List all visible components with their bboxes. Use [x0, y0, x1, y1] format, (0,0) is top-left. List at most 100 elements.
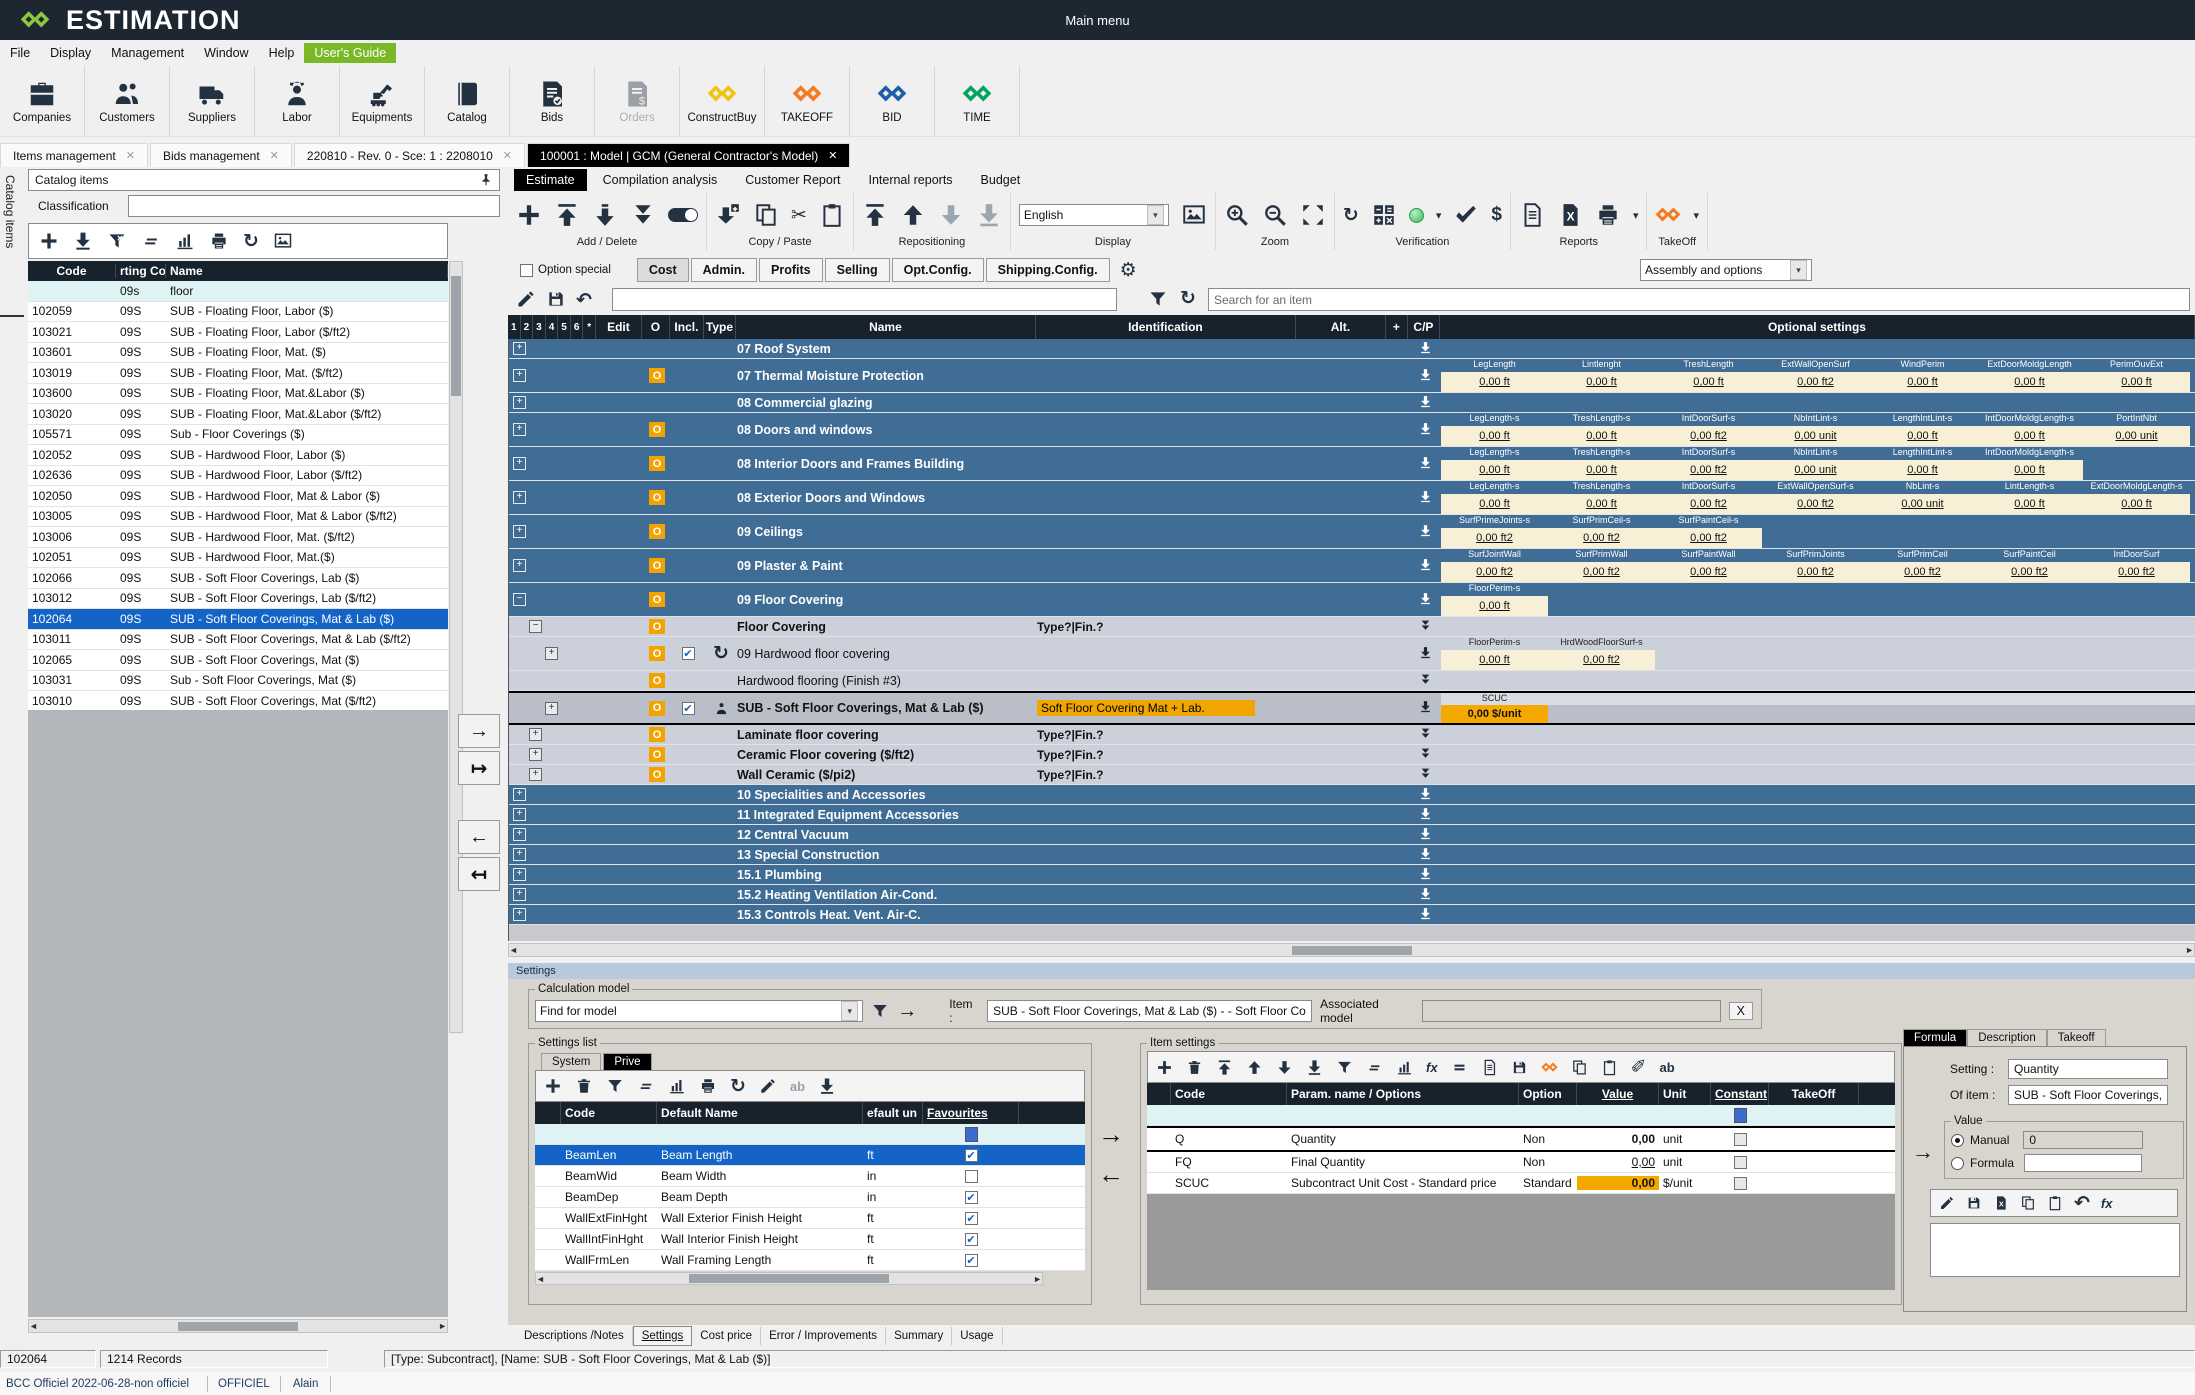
expander-icon[interactable]: +	[545, 647, 558, 660]
cp-cell[interactable]	[1409, 447, 1441, 480]
expander-icon[interactable]: +	[513, 908, 526, 921]
close-icon[interactable]: ✕	[270, 149, 279, 162]
edit-cell[interactable]	[597, 583, 643, 616]
bottom-tab-summary[interactable]: Summary	[886, 1327, 952, 1345]
optional-setting-value[interactable]: 0,00 ft2	[2083, 562, 2190, 582]
undo-icon[interactable]: ↶	[576, 289, 592, 312]
tab-internal-reports[interactable]: Internal reports	[856, 169, 964, 191]
send-down-icon[interactable]	[1419, 619, 1432, 635]
catalog-horizontal-scrollbar[interactable]: ◄►	[28, 1319, 448, 1333]
edit-cell[interactable]	[597, 905, 643, 924]
formula-radio[interactable]	[1951, 1157, 1964, 1170]
estimate-horizontal-scrollbar[interactable]: ◄►	[508, 943, 2195, 957]
cp-cell[interactable]	[1409, 549, 1441, 582]
menu-item-management[interactable]: Management	[101, 43, 194, 63]
menu-item-window[interactable]: Window	[194, 43, 258, 63]
app-button-catalog[interactable]: Catalog	[425, 66, 510, 136]
clear-model-button[interactable]: X	[1729, 1002, 1753, 1020]
send-down-icon[interactable]	[1419, 807, 1432, 823]
constant-checkbox[interactable]	[1734, 1133, 1747, 1146]
trash-icon[interactable]	[575, 1077, 593, 1095]
fx-icon[interactable]: fx	[2101, 1196, 2113, 1211]
clipboard-icon[interactable]	[2047, 1195, 2063, 1211]
send-down-icon[interactable]	[1419, 787, 1432, 803]
pin-icon[interactable]	[479, 173, 493, 187]
grid-row[interactable]: +13 Special Construction	[509, 845, 2195, 865]
grid-header-optional-settings[interactable]: Optional settings	[1440, 315, 2195, 339]
edit-cell[interactable]	[597, 885, 643, 904]
arrow-down-plus-icon[interactable]	[715, 202, 741, 228]
optional-setting-value[interactable]	[1762, 528, 1869, 548]
optional-setting-value[interactable]	[1655, 650, 1762, 670]
edit-cell[interactable]	[597, 693, 643, 723]
arrow-up-bar-icon[interactable]	[1216, 1059, 1233, 1076]
catalog-vertical-scrollbar[interactable]	[449, 261, 463, 1033]
grid-row[interactable]: +O✔↻09 Hardwood floor coveringFloorPerim…	[509, 637, 2195, 671]
send-down-icon[interactable]	[1419, 827, 1432, 843]
send-down-icon[interactable]	[1419, 700, 1432, 716]
item-settings-col-3[interactable]: Value	[1577, 1083, 1659, 1105]
grid-row[interactable]: −OFloor CoveringType?|Fin.?	[509, 617, 2195, 637]
toggle-icon[interactable]	[668, 208, 698, 222]
menu-item-display[interactable]: Display	[40, 43, 101, 63]
clipboard-icon[interactable]	[819, 202, 845, 228]
favourite-checkbox[interactable]: ✔	[965, 1212, 978, 1225]
grid-header-o[interactable]: O	[642, 315, 670, 339]
item-settings-col-6[interactable]: TakeOff	[1769, 1083, 1859, 1105]
f6[interactable]	[1711, 1108, 1769, 1123]
expander-icon[interactable]: +	[545, 702, 558, 715]
cell-fav[interactable]: ✔	[923, 1191, 1019, 1204]
optional-setting-value[interactable]: 0,00 ft	[1655, 372, 1762, 392]
optional-setting-value[interactable]	[1869, 596, 1976, 616]
optional-setting-value[interactable]	[1976, 528, 2083, 548]
send-down-icon[interactable]	[1419, 456, 1432, 472]
optional-setting-value[interactable]	[2083, 650, 2190, 670]
funnel-icon[interactable]	[1148, 289, 1168, 309]
cell-fav[interactable]: ✔	[923, 1254, 1019, 1267]
catalog-column-header[interactable]: Code	[28, 264, 116, 278]
formula-textarea[interactable]	[1930, 1223, 2180, 1277]
cp-cell[interactable]	[1409, 583, 1441, 616]
expander-icon[interactable]: +	[513, 828, 526, 841]
arrow-up-icon[interactable]	[1246, 1059, 1263, 1076]
arrow-up-icon[interactable]	[900, 202, 926, 228]
catalog-row[interactable]: 10206509SSUB - Soft Floor Coverings, Mat…	[28, 650, 448, 671]
formula-tab-description[interactable]: Description	[1967, 1029, 2047, 1046]
tab-estimate[interactable]: Estimate	[514, 169, 587, 191]
formula-edit-input[interactable]	[612, 288, 1117, 311]
optional-setting-value[interactable]	[2083, 596, 2190, 616]
move-item-left-button[interactable]: ←	[458, 820, 500, 854]
printer-icon[interactable]	[699, 1077, 717, 1095]
cell-fav[interactable]: ✔	[923, 1212, 1019, 1225]
optional-setting-value[interactable]: 0,00 ft	[1441, 426, 1548, 446]
cp-cell[interactable]	[1409, 785, 1441, 804]
settings-list-filter-row[interactable]	[535, 1124, 1085, 1145]
grid-row[interactable]: +O08 Interior Doors and Frames BuildingL…	[509, 447, 2195, 481]
grid-header-tree[interactable]: 3	[533, 315, 546, 339]
close-icon[interactable]: ✕	[828, 149, 837, 162]
edit-cell[interactable]	[597, 865, 643, 884]
settings-list-tab-prive[interactable]: Prive	[603, 1053, 651, 1070]
refresh-icon[interactable]: ↻	[730, 1075, 746, 1098]
image-icon[interactable]	[273, 231, 293, 251]
view-button-cost[interactable]: Cost	[637, 258, 689, 282]
optional-setting-value[interactable]	[1976, 596, 2083, 616]
move-item-left-end-button[interactable]: ↤	[458, 857, 500, 891]
catalog-row[interactable]: 10205109SSUB - Hardwood Floor, Mat.($)	[28, 548, 448, 569]
grid-row[interactable]: +15.2 Heating Ventilation Air-Cond.	[509, 885, 2195, 905]
optional-setting-value[interactable]: 0,00 $/unit	[1441, 705, 1548, 723]
edit-cell[interactable]	[597, 805, 643, 824]
scroll-right-icon[interactable]: ►	[2185, 945, 2194, 955]
scroll-left-icon[interactable]: ◄	[536, 1274, 545, 1284]
copy-icon[interactable]	[753, 202, 779, 228]
catalog-row[interactable]: 10301009SSUB - Soft Floor Coverings, Mat…	[28, 691, 448, 712]
formula-apply-arrow[interactable]: →	[1912, 1139, 1934, 1165]
cp-cell[interactable]	[1409, 671, 1441, 690]
cp-cell[interactable]	[1409, 693, 1441, 723]
chart-icon[interactable]	[668, 1077, 686, 1095]
send-down-icon[interactable]	[1419, 490, 1432, 506]
include-checkbox[interactable]: ✔	[682, 702, 695, 715]
move-right-arrow[interactable]: →	[1098, 1119, 1124, 1150]
catalog-row[interactable]: 10301109SSUB - Soft Floor Coverings, Mat…	[28, 630, 448, 651]
arrow-down-bar-gray-icon[interactable]	[976, 202, 1002, 228]
